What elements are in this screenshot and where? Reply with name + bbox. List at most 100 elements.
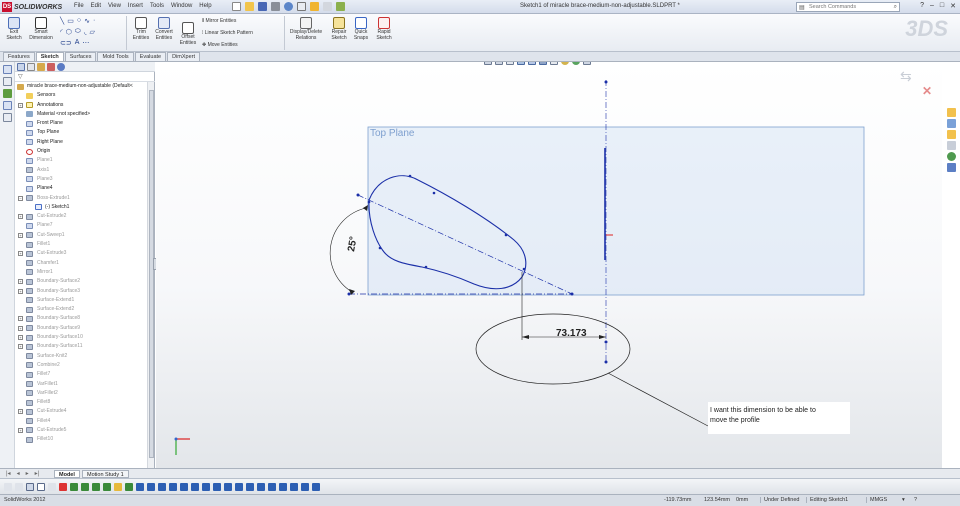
tree-scrollbar[interactable] xyxy=(147,82,154,474)
selection-tool-icon[interactable] xyxy=(37,482,45,491)
expand-icon[interactable]: + xyxy=(18,279,23,285)
filter-sketch-icon[interactable] xyxy=(136,482,144,491)
tree-item[interactable]: Surface-Extend2 xyxy=(15,305,147,314)
menu-help[interactable]: Help xyxy=(199,3,211,9)
sketch-canvas[interactable]: Top Plane 25° 73.173 I want this dimensi… xyxy=(156,62,942,468)
tree-item[interactable]: − Boss-Extrude1 xyxy=(15,194,147,203)
save-icon[interactable] xyxy=(258,2,267,11)
zoom-icon[interactable] xyxy=(15,482,23,491)
tree-item[interactable]: Surface-Knit2 xyxy=(15,352,147,361)
close-icon[interactable]: ✕ xyxy=(950,2,956,10)
previous-view-icon[interactable] xyxy=(506,62,514,65)
expand-icon[interactable]: + xyxy=(18,427,23,433)
tree-item[interactable]: Top Plane xyxy=(15,128,147,137)
angled-line-start-point[interactable] xyxy=(356,193,360,197)
point-icon[interactable]: · xyxy=(93,17,95,25)
offset-entities-button[interactable]: Offset Entities xyxy=(177,22,199,46)
status-units[interactable]: MMGS xyxy=(866,497,887,503)
tree-item[interactable]: VarFillet1 xyxy=(15,380,147,389)
expand-icon[interactable]: + xyxy=(18,214,23,220)
angle-dimension-value[interactable]: 25° xyxy=(346,236,359,253)
base-line-end-point[interactable] xyxy=(347,292,351,296)
tab-mold-tools[interactable]: Mold Tools xyxy=(97,52,134,61)
expand-icon[interactable]: + xyxy=(18,409,23,415)
text-icon[interactable]: A xyxy=(75,39,80,47)
convert-entities-button[interactable]: Convert Entities xyxy=(152,17,176,41)
tree-item[interactable]: + Boundary-Surface2 xyxy=(15,277,147,286)
filter-segments-icon[interactable] xyxy=(147,482,155,491)
new-doc-icon[interactable] xyxy=(232,2,241,11)
filter-routing-icon[interactable] xyxy=(279,482,287,491)
design-library-icon[interactable] xyxy=(947,119,956,128)
filter-surfaces-icon[interactable] xyxy=(92,482,100,491)
filter-planes-icon[interactable] xyxy=(114,482,122,491)
hide-show-items-icon[interactable] xyxy=(550,62,558,65)
tree-item[interactable]: + Annotations xyxy=(15,101,147,110)
feature-manager-tab-icon[interactable] xyxy=(17,63,25,71)
filter-balloons-icon[interactable] xyxy=(246,482,254,491)
slot-icon[interactable]: ⊂⊃ xyxy=(60,39,72,47)
tree-item[interactable]: Plane4 xyxy=(15,184,147,193)
profile-point[interactable] xyxy=(522,267,526,271)
tree-item[interactable]: Fillet10 xyxy=(15,435,147,444)
filter-components-icon[interactable] xyxy=(290,482,298,491)
sketch-icon[interactable] xyxy=(2,77,12,86)
view-palette-icon[interactable] xyxy=(947,141,956,150)
tree-filter[interactable]: ▽ xyxy=(15,72,155,82)
tree-item[interactable]: Axis1 xyxy=(15,166,147,175)
resources-icon[interactable] xyxy=(947,108,956,117)
file-explorer-icon[interactable] xyxy=(947,130,956,139)
first-tab-icon[interactable]: |◂ xyxy=(6,470,11,477)
open-folder-icon[interactable] xyxy=(245,2,254,11)
tab-surfaces[interactable]: Surfaces xyxy=(64,52,97,61)
tree-item[interactable]: Plane1 xyxy=(15,156,147,165)
tree-item[interactable]: Chamfer1 xyxy=(15,259,147,268)
tree-item[interactable]: Fillet8 xyxy=(15,398,147,407)
linear-sketch-pattern-button[interactable]: ⁞ Linear Sketch Pattern xyxy=(202,30,253,36)
edit-appearance-icon[interactable] xyxy=(561,62,569,65)
profile-point[interactable] xyxy=(424,265,428,269)
next-tab-icon[interactable]: ▸ xyxy=(26,470,29,477)
tree-item[interactable]: Fillet1 xyxy=(15,240,147,249)
search-commands-input[interactable]: ▤ Search Commands ⌕ xyxy=(796,2,900,12)
expand-icon[interactable]: + xyxy=(18,344,23,350)
tree-item[interactable]: + Boundary-Surface9 xyxy=(15,324,147,333)
rebuild-status-icon[interactable]: ▾ xyxy=(902,497,905,503)
dimxpert-manager-tab-icon[interactable] xyxy=(47,63,55,71)
add-relation-icon[interactable] xyxy=(2,65,12,74)
file-properties-icon[interactable] xyxy=(323,2,332,11)
graphics-area[interactable]: Top Plane 25° 73.173 I want this dimensi… xyxy=(156,62,942,468)
expand-icon[interactable]: + xyxy=(18,325,23,331)
quick-snaps-button[interactable]: Quick Snaps xyxy=(351,17,371,41)
tab-dimxpert[interactable]: DimXpert xyxy=(167,52,201,61)
filter-blocks-icon[interactable] xyxy=(257,482,265,491)
tree-item[interactable]: Surface-Extend1 xyxy=(15,296,147,305)
display-manager-tab-icon[interactable] xyxy=(57,63,65,71)
filter-notes-icon[interactable] xyxy=(191,482,199,491)
plane-icon[interactable]: ▱ xyxy=(90,28,95,36)
collapse-icon[interactable]: − xyxy=(18,195,23,201)
top-plane[interactable] xyxy=(367,126,865,296)
tree-item[interactable]: Material <not specified> xyxy=(15,110,147,119)
polygon-icon[interactable]: ⬡ xyxy=(66,28,72,36)
rectangle-icon[interactable]: ▭ xyxy=(67,17,74,25)
maximize-icon[interactable]: □ xyxy=(940,2,944,10)
tree-item[interactable]: Combine2 xyxy=(15,361,147,370)
tree-item[interactable]: + Cut-Extrude2 xyxy=(15,212,147,221)
view-settings-icon[interactable] xyxy=(583,62,591,65)
exit-sketch-button[interactable]: Exit Sketch xyxy=(4,17,24,41)
custom-properties-icon[interactable] xyxy=(947,163,956,172)
minimize-icon[interactable]: – xyxy=(930,2,934,10)
undo-icon[interactable] xyxy=(284,2,293,11)
zoom-to-area-icon[interactable] xyxy=(495,62,503,65)
tree-item[interactable]: Mirror1 xyxy=(15,268,147,277)
select-filter-icon[interactable] xyxy=(26,482,34,491)
tree-item[interactable]: Sensors xyxy=(15,91,147,100)
tree-scrollbar-thumb[interactable] xyxy=(149,90,154,458)
tab-sketch[interactable]: Sketch xyxy=(35,52,64,61)
centerline-icon[interactable]: ⋯ xyxy=(82,39,89,47)
display-style-icon[interactable] xyxy=(539,62,547,65)
tree-item[interactable]: + Cut-Extrude4 xyxy=(15,407,147,416)
filter-gtol-icon[interactable] xyxy=(213,482,221,491)
expand-icon[interactable]: + xyxy=(18,232,23,238)
